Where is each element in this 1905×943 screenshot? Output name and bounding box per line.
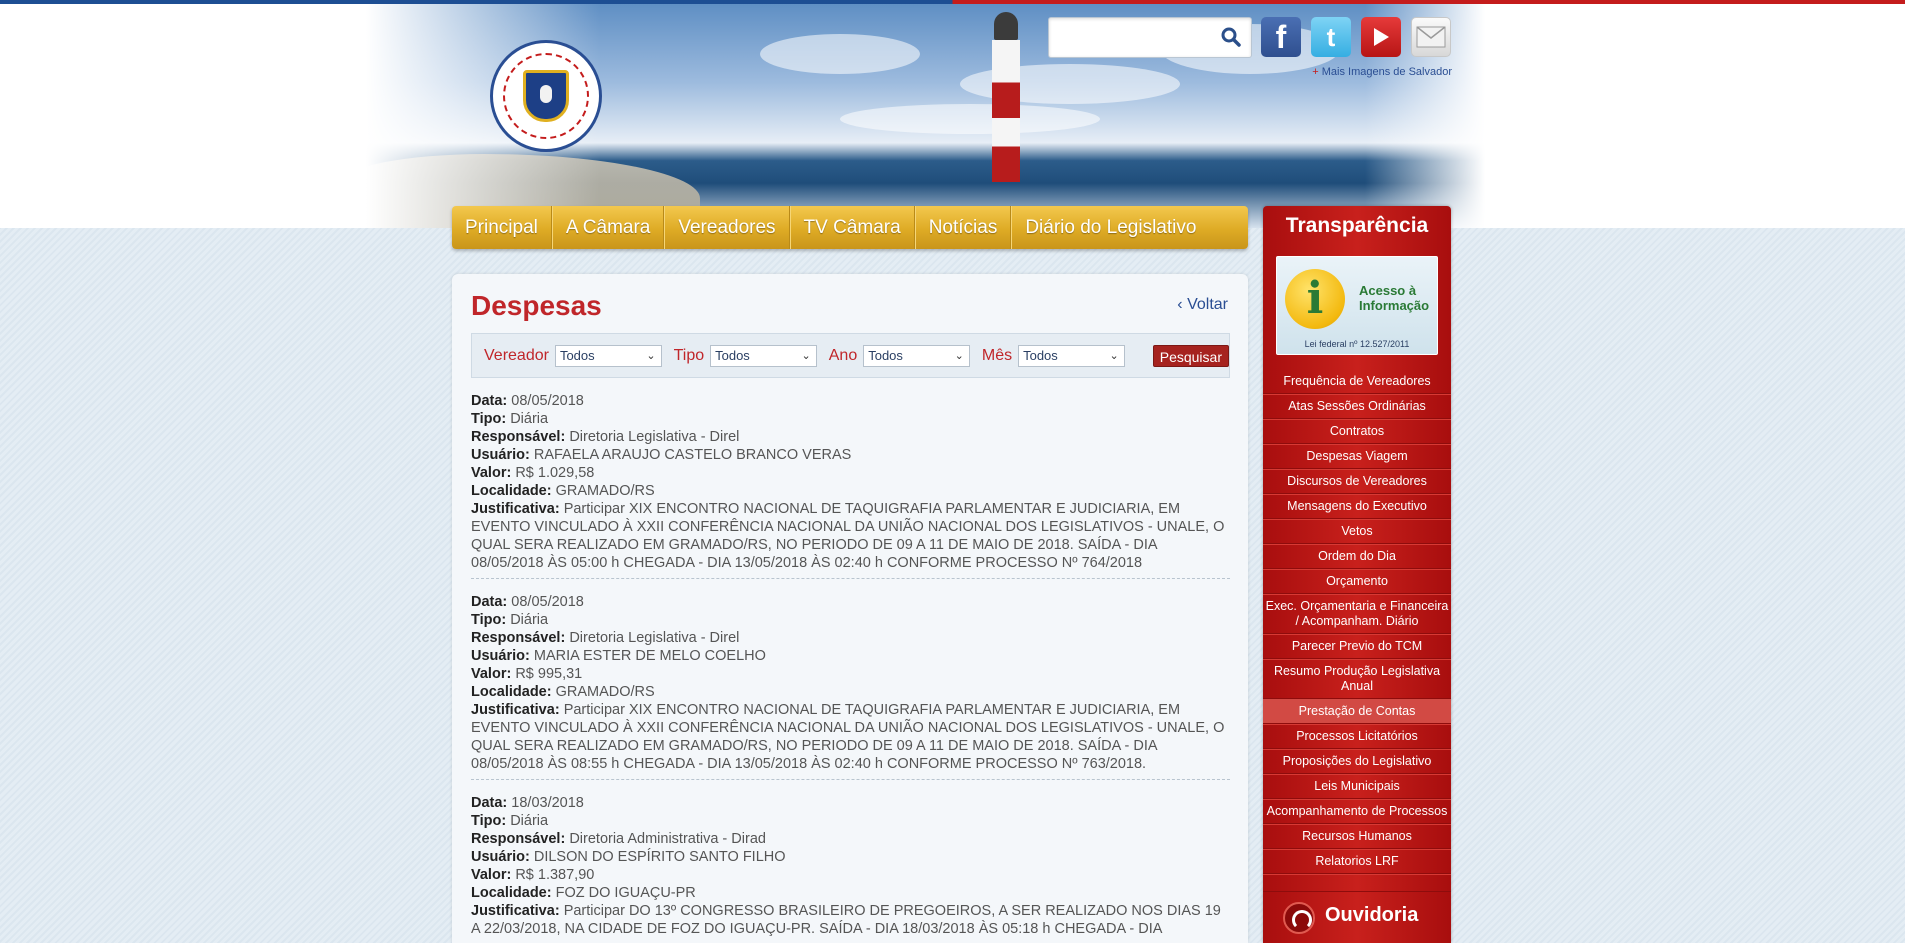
acesso-informacao-banner[interactable]: i Acesso à Informação Lei federal nº 12.…	[1276, 256, 1438, 355]
nav-item-tv-camara[interactable]: TV Câmara	[789, 206, 915, 249]
camara-logo[interactable]	[490, 40, 602, 152]
info-icon: i	[1285, 269, 1345, 329]
facebook-icon[interactable]: f	[1261, 17, 1301, 57]
sidebar-item-contratos[interactable]: Contratos	[1263, 419, 1451, 444]
list-item: Data: 08/05/2018 Tipo: Diária Responsáve…	[471, 593, 1230, 780]
sidebar-item-ordem-do-dia[interactable]: Ordem do Dia	[1263, 544, 1451, 569]
search-icon[interactable]	[1221, 27, 1241, 47]
more-images-link[interactable]: + Mais Imagens de Salvador	[1300, 66, 1452, 78]
ano-label: Ano	[828, 346, 858, 364]
tipo-label: Tipo	[673, 346, 705, 364]
lighthouse-image	[990, 12, 1022, 182]
sidebar-title: Transparência	[1285, 214, 1429, 237]
sidebar-item-atas[interactable]: Atas Sessões Ordinárias	[1263, 394, 1451, 419]
nav-item-a-camara[interactable]: A Câmara	[551, 206, 665, 249]
twitter-icon[interactable]: t	[1311, 17, 1351, 57]
sidebar-item-prestacao-contas[interactable]: Prestação de Contas	[1263, 699, 1451, 724]
ouvidoria-label: Ouvidoria	[1325, 904, 1419, 926]
expense-list: Data: 08/05/2018 Tipo: Diária Responsáve…	[471, 392, 1230, 943]
sidebar-item-resumo-producao[interactable]: Resumo Produção Legislativa Anual	[1263, 659, 1451, 699]
acesso-law: Lei federal nº 12.527/2011	[1304, 339, 1410, 349]
coat-of-arms-icon	[523, 70, 569, 122]
sidebar-item-acompanhamento-processos[interactable]: Acompanhamento de Processos	[1263, 799, 1451, 824]
sidebar-item-frequencia[interactable]: Frequência de Vereadores	[1263, 369, 1451, 394]
sidebar-item-mensagens[interactable]: Mensagens do Executivo	[1263, 494, 1451, 519]
main-content: Despesas ‹ Voltar Vereador Todos ⌄ Tipo T…	[452, 274, 1248, 943]
search-input[interactable]	[1049, 18, 1209, 57]
sidebar-menu: Frequência de Vereadores Atas Sessões Or…	[1263, 369, 1451, 874]
sidebar-item-vetos[interactable]: Vetos	[1263, 519, 1451, 544]
sidebar-item-parecer-tcm[interactable]: Parecer Previo do TCM	[1263, 634, 1451, 659]
search-button[interactable]: Pesquisar	[1152, 344, 1229, 367]
sidebar-item-leis-municipais[interactable]: Leis Municipais	[1263, 774, 1451, 799]
acesso-title: Acesso à Informação	[1359, 283, 1430, 313]
ouvidoria-link[interactable]: Ouvidoria	[1263, 891, 1451, 941]
vereador-select[interactable]: Todos ⌄	[554, 344, 662, 367]
sidebar-item-orcamento[interactable]: Orçamento	[1263, 569, 1451, 594]
chevron-down-icon: ⌄	[1109, 349, 1119, 362]
page-title: Despesas	[471, 290, 602, 321]
nav-item-vereadores[interactable]: Vereadores	[664, 206, 790, 249]
sidebar-item-proposicoes[interactable]: Proposições do Legislativo	[1263, 749, 1451, 774]
vereador-label: Vereador	[484, 346, 549, 364]
transparency-sidebar: Transparência i Acesso à Informação Lei …	[1263, 206, 1451, 943]
sidebar-item-relatorios-lrf[interactable]: Relatorios LRF	[1263, 849, 1451, 874]
sidebar-item-processos-licitatorios[interactable]: Processos Licitatórios	[1263, 724, 1451, 749]
list-item: Data: 08/05/2018 Tipo: Diária Responsáve…	[471, 392, 1230, 579]
sidebar-item-exec-orcamentaria[interactable]: Exec. Orçamentaria e Financeira / Acompa…	[1263, 594, 1451, 634]
nav-item-principal[interactable]: Principal	[452, 206, 552, 249]
tipo-select[interactable]: Todos ⌄	[710, 344, 817, 367]
filter-bar: Vereador Todos ⌄ Tipo Todos ⌄ Ano Todos ⌄ M…	[471, 333, 1230, 378]
list-item: Data: 18/03/2018 Tipo: Diária Responsáve…	[471, 794, 1230, 943]
nav-item-diario-legislativo[interactable]: Diário do Legislativo	[1011, 206, 1209, 249]
sidebar-item-recursos-humanos[interactable]: Recursos Humanos	[1263, 824, 1451, 849]
mes-label: Mês	[981, 346, 1013, 364]
headset-icon	[1283, 902, 1315, 934]
search-box	[1048, 17, 1252, 58]
mail-icon[interactable]	[1411, 17, 1451, 57]
mes-select[interactable]: Todos ⌄	[1018, 344, 1125, 367]
youtube-icon[interactable]	[1361, 17, 1401, 57]
ano-select[interactable]: Todos ⌄	[863, 344, 970, 367]
back-link[interactable]: ‹ Voltar	[1177, 296, 1228, 314]
nav-item-noticias[interactable]: Notícias	[914, 206, 1012, 249]
chevron-down-icon: ⌄	[646, 349, 656, 362]
main-nav: Principal A Câmara Vereadores TV Câmara …	[452, 206, 1248, 249]
chevron-down-icon: ⌄	[801, 349, 811, 362]
sidebar-item-discursos[interactable]: Discursos de Vereadores	[1263, 469, 1451, 494]
chevron-down-icon: ⌄	[954, 349, 964, 362]
sidebar-item-despesas-viagem[interactable]: Despesas Viagem	[1263, 444, 1451, 469]
